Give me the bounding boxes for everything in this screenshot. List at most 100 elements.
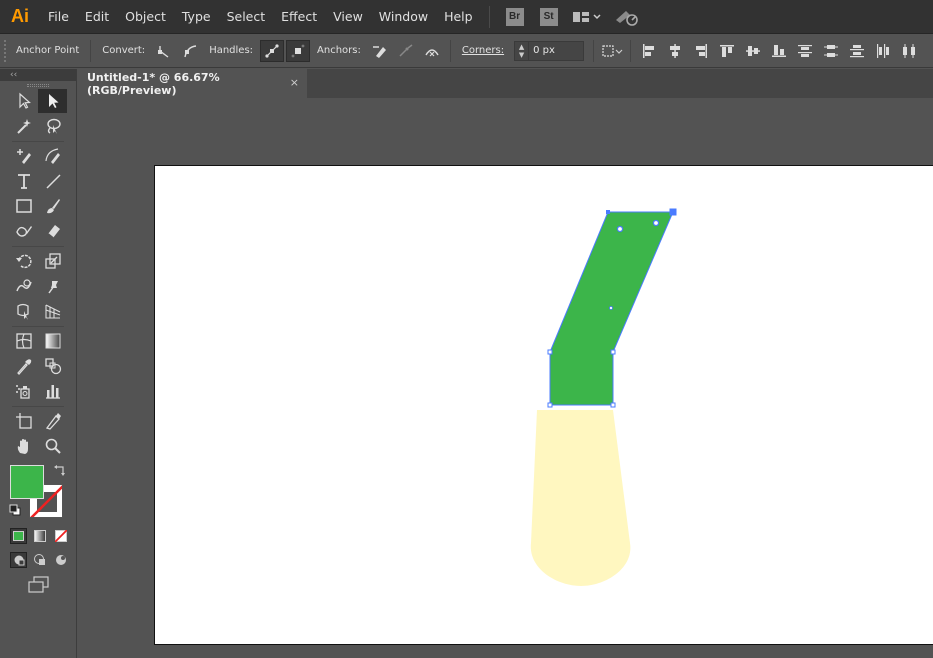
lasso-tool[interactable]	[38, 114, 67, 138]
close-icon[interactable]: ×	[290, 76, 299, 89]
corners-input[interactable]	[529, 41, 584, 60]
bridge-button[interactable]: Br	[505, 7, 524, 26]
remove-anchor-button[interactable]	[368, 40, 392, 62]
shaper-tool[interactable]	[9, 219, 38, 243]
control-bar: Anchor Point Convert: Handles: Anchors: …	[0, 34, 933, 68]
rectangle-tool[interactable]	[9, 194, 38, 218]
symbol-sprayer-icon	[15, 385, 30, 399]
control-bar-grip[interactable]	[4, 39, 10, 62]
blend-tool[interactable]	[38, 354, 67, 378]
anchor-point[interactable]	[547, 402, 553, 408]
distribute-top-button[interactable]	[793, 40, 817, 62]
draw-normal-button[interactable]	[10, 552, 27, 568]
align-horizontal-center-button[interactable]	[663, 40, 687, 62]
collapse-panel-button[interactable]: ‹‹	[0, 69, 76, 81]
chevron-down-icon[interactable]: ▼	[519, 51, 524, 59]
distribute-bottom-button[interactable]	[845, 40, 869, 62]
swap-fill-stroke-button[interactable]	[53, 463, 67, 480]
menu-type[interactable]: Type	[174, 0, 219, 34]
artboard-tool[interactable]	[9, 409, 38, 433]
align-to-button[interactable]	[600, 40, 624, 62]
scale-tool[interactable]	[38, 249, 67, 273]
hide-handles-button[interactable]	[286, 39, 311, 62]
mesh-tool[interactable]	[9, 329, 38, 353]
symbol-sprayer-tool[interactable]	[9, 379, 38, 403]
connect-anchors-button[interactable]	[394, 40, 418, 62]
draw-behind-button[interactable]	[31, 552, 48, 568]
chevron-up-icon[interactable]: ▲	[519, 43, 524, 51]
convert-to-corner-button[interactable]	[152, 40, 176, 62]
show-handles-button[interactable]	[260, 39, 285, 62]
menu-window[interactable]: Window	[371, 0, 436, 34]
tools-panel-grip[interactable]	[0, 81, 76, 89]
distribute-left-button[interactable]	[871, 40, 895, 62]
corners-stepper[interactable]: ▲ ▼	[515, 41, 530, 60]
default-colors-icon	[9, 504, 21, 516]
distribute-vcenter-button[interactable]	[819, 40, 843, 62]
menu-object[interactable]: Object	[117, 0, 174, 34]
screen-mode-button[interactable]	[28, 576, 50, 597]
align-top-button[interactable]	[715, 40, 739, 62]
hand-tool[interactable]	[9, 434, 38, 458]
align-right-icon	[696, 43, 708, 58]
menu-view[interactable]: View	[325, 0, 371, 34]
eyedropper-tool[interactable]	[9, 354, 38, 378]
fill-swatch[interactable]	[10, 465, 44, 499]
corners-label[interactable]: Corners:	[462, 45, 504, 56]
menu-file[interactable]: File	[40, 0, 77, 34]
perspective-grid-tool[interactable]	[38, 299, 67, 323]
pen-tool[interactable]	[9, 144, 38, 168]
canvas-area[interactable]	[78, 98, 933, 658]
arrange-documents-button[interactable]	[572, 10, 602, 24]
color-button[interactable]	[10, 528, 27, 544]
slice-tool[interactable]	[38, 409, 67, 433]
stock-button[interactable]: St	[539, 7, 558, 26]
anchor-point[interactable]	[610, 402, 616, 408]
direct-selection-tool[interactable]	[38, 89, 67, 113]
menu-select[interactable]: Select	[219, 0, 274, 34]
eraser-tool[interactable]	[38, 219, 67, 243]
gpu-performance-button[interactable]	[614, 8, 640, 26]
draw-inside-button[interactable]	[52, 552, 69, 568]
distribute-hcenter-button[interactable]	[897, 40, 921, 62]
anchor-point[interactable]	[610, 349, 616, 355]
cut-path-button[interactable]	[420, 40, 444, 62]
zoom-tool[interactable]	[38, 434, 67, 458]
selection-tool[interactable]	[9, 89, 38, 113]
warp-tool[interactable]	[9, 274, 38, 298]
slice-tool-icon	[45, 413, 61, 430]
artwork-layer[interactable]	[78, 98, 933, 658]
anchor-point[interactable]	[606, 210, 610, 214]
live-corner-widget[interactable]	[616, 225, 624, 233]
convert-to-smooth-button[interactable]	[178, 40, 202, 62]
menu-effect[interactable]: Effect	[273, 0, 325, 34]
free-transform-tool[interactable]	[9, 299, 38, 323]
anchor-point[interactable]	[547, 349, 553, 355]
align-bottom-button[interactable]	[767, 40, 791, 62]
column-graph-tool[interactable]	[38, 379, 67, 403]
selected-anchor-point[interactable]	[669, 208, 677, 216]
gradient-tool[interactable]	[38, 329, 67, 353]
document-tab[interactable]: Untitled-1* @ 66.67% (RGB/Preview) ×	[78, 69, 307, 98]
document-tab-bar: Untitled-1* @ 66.67% (RGB/Preview) ×	[78, 69, 933, 98]
magic-wand-tool[interactable]	[9, 114, 38, 138]
line-tool[interactable]	[38, 169, 67, 193]
menu-edit[interactable]: Edit	[77, 0, 117, 34]
cut-path-icon	[425, 48, 439, 56]
distribute-left-icon	[877, 43, 890, 58]
type-tool[interactable]	[9, 169, 38, 193]
live-corner-widget[interactable]	[652, 219, 660, 227]
gradient-button[interactable]	[31, 528, 48, 544]
rotate-tool[interactable]	[9, 249, 38, 273]
paintbrush-tool[interactable]	[38, 194, 67, 218]
curvature-tool[interactable]	[38, 144, 67, 168]
align-left-button[interactable]	[637, 40, 661, 62]
menu-help[interactable]: Help	[436, 0, 481, 34]
puppet-warp-tool[interactable]	[38, 274, 67, 298]
none-button[interactable]	[52, 528, 69, 544]
magic-wand-icon	[16, 119, 31, 134]
default-fill-stroke-button[interactable]	[9, 504, 21, 519]
flame-shape[interactable]	[530, 410, 631, 586]
align-right-button[interactable]	[689, 40, 713, 62]
align-vertical-center-button[interactable]	[741, 40, 765, 62]
